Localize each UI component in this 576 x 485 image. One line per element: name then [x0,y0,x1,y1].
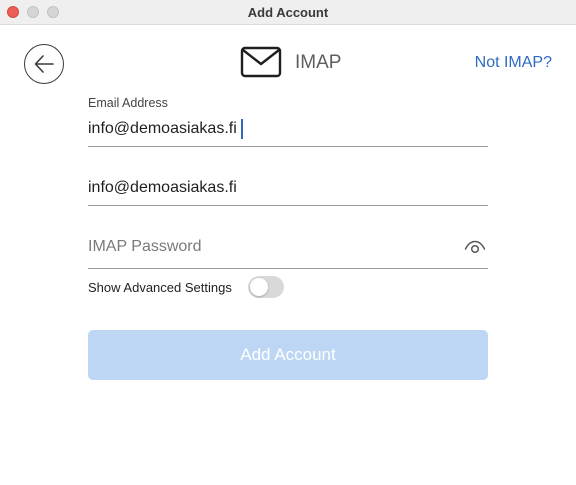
not-imap-link[interactable]: Not IMAP? [475,54,552,72]
email-field [88,117,488,147]
arrow-left-icon [34,55,54,73]
email-address-label: Email Address [88,96,168,110]
password-input[interactable] [88,236,448,258]
text-caret [241,119,243,139]
add-account-button[interactable]: Add Account [88,330,488,380]
back-button[interactable] [24,44,64,84]
advanced-settings-label: Show Advanced Settings [88,280,232,295]
account-type-label: IMAP [295,52,342,73]
title-bar: Add Account [0,0,576,25]
username-input[interactable] [88,176,488,200]
eye-icon[interactable] [464,238,486,261]
window-title: Add Account [247,5,329,20]
password-field [88,236,488,269]
envelope-icon [240,46,282,83]
username-field [88,176,488,206]
advanced-settings-toggle[interactable] [248,276,284,298]
toggle-knob [250,278,268,296]
email-input[interactable] [88,117,488,141]
